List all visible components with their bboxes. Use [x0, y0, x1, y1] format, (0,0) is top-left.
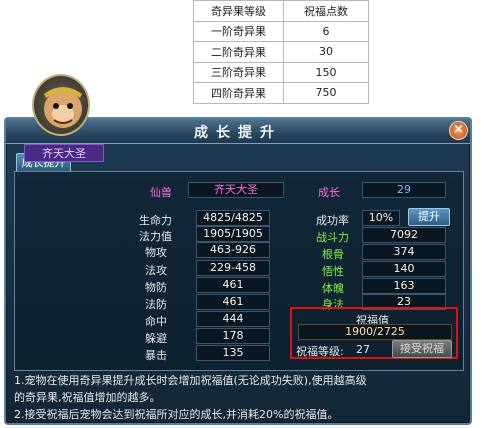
table-row: 二阶奇异果 30 — [193, 41, 369, 63]
stat-label-physique: 体魄 — [322, 282, 344, 295]
stat-label-mdef: 法防 — [145, 298, 167, 311]
table-header: 祝福点数 — [283, 0, 369, 22]
stat-label-pdef: 物防 — [145, 281, 167, 294]
success-rate-value: 10% — [362, 210, 400, 226]
table-cell: 150 — [283, 61, 369, 83]
desc-line-3: 2.接受祝福后宠物会达到祝福所对应的成长,并消耗20%的祝福值。 — [14, 408, 339, 421]
stat-label-insight: 悟性 — [322, 265, 344, 278]
pet-portrait — [32, 74, 90, 136]
table-header-row: 奇异果等级 祝福点数 — [193, 0, 369, 22]
blessing-level-value: 27 — [356, 343, 370, 356]
table-cell: 30 — [283, 41, 369, 63]
pet-name-label[interactable]: 齐天大圣 — [24, 144, 104, 162]
stat-label-mp: 法力值 — [139, 230, 172, 243]
stat-value-hp: 4825/4825 — [196, 210, 270, 226]
stat-value-pdef: 461 — [196, 277, 270, 293]
table-cell: 6 — [283, 20, 369, 42]
growth-value: 29 — [362, 182, 446, 198]
table-row: 四阶奇异果 750 — [193, 82, 369, 104]
stat-label-matk: 法攻 — [145, 264, 167, 277]
blessing-value: 1900/2725 — [298, 324, 452, 340]
stat-value-hit: 444 — [196, 311, 270, 327]
stat-value-dodge: 178 — [196, 328, 270, 344]
success-rate-label: 成功率 — [316, 214, 349, 227]
blessing-points-table: 奇异果等级 祝福点数 一阶奇异果 6 二阶奇异果 30 三阶奇异果 150 四阶… — [193, 0, 369, 104]
stat-value-physique: 163 — [362, 278, 446, 294]
stat-label-bone: 根骨 — [322, 248, 344, 261]
growth-label: 成长 — [318, 186, 340, 199]
table-cell: 750 — [283, 82, 369, 104]
stat-value-patk: 463-926 — [196, 242, 270, 258]
stat-label-patk: 物攻 — [145, 246, 167, 259]
desc-line-1: 1.宠物在使用奇异果提升成长时会增加祝福值(无论成功失败),使用越高级 — [14, 374, 367, 387]
blessing-level-label: 祝福等级: — [296, 345, 344, 358]
desc-line-2: 的奇异果,祝福值增加的越多。 — [14, 391, 161, 404]
stat-label-dodge: 躲避 — [145, 332, 167, 345]
stat-label-hit: 命中 — [145, 315, 167, 328]
table-cell: 四阶奇异果 — [193, 82, 284, 104]
stat-value-bone: 374 — [362, 244, 446, 260]
table-row: 三阶奇异果 150 — [193, 61, 369, 83]
pet-name-value: 齐天大圣 — [188, 182, 284, 198]
table-row: 一阶奇异果 6 — [193, 20, 369, 42]
stat-value-insight: 140 — [362, 261, 446, 277]
accept-blessing-button[interactable]: 接受祝福 — [392, 340, 452, 358]
stat-value-power: 7092 — [362, 227, 446, 243]
stat-label-power: 战斗力 — [316, 231, 349, 244]
pet-type-label: 仙兽 — [150, 186, 172, 199]
table-header: 奇异果等级 — [193, 0, 284, 22]
upgrade-button[interactable]: 提升 — [408, 208, 450, 226]
table-cell: 二阶奇异果 — [193, 41, 284, 63]
close-icon[interactable]: × — [449, 121, 468, 140]
stat-label-hp: 生命力 — [139, 214, 172, 227]
stat-value-matk: 229-458 — [196, 260, 270, 276]
stat-value-mdef: 461 — [196, 294, 270, 310]
stat-value-mp: 1905/1905 — [196, 226, 270, 242]
table-cell: 三阶奇异果 — [193, 61, 284, 83]
stat-value-crit: 135 — [196, 345, 270, 361]
table-cell: 一阶奇异果 — [193, 20, 284, 42]
stat-label-crit: 暴击 — [145, 349, 167, 362]
